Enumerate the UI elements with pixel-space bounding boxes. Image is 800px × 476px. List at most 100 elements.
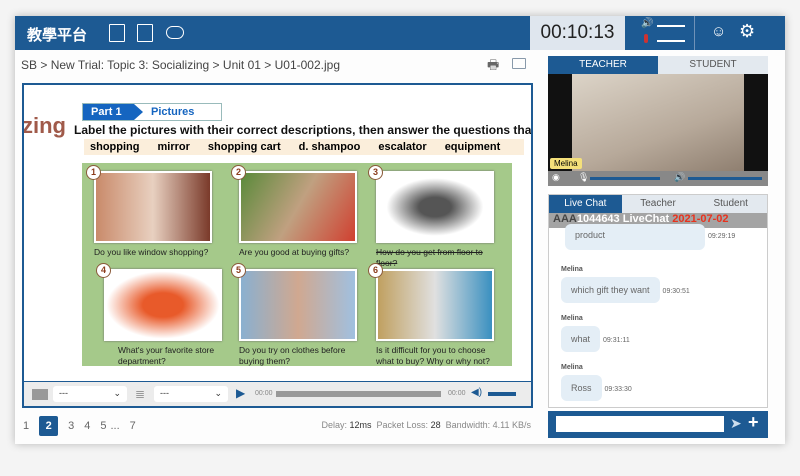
tab-student-chat[interactable]: Student: [694, 195, 767, 213]
word: escalator: [378, 141, 427, 153]
word: shopping: [90, 141, 140, 153]
part-section: Pictures: [151, 106, 195, 118]
audio-levels: 🔊: [625, 16, 695, 50]
question: Do you try on clothes before buying them…: [239, 345, 346, 366]
picture-item: 5 Do you try on clothes before buying the…: [231, 263, 357, 367]
part-number: Part 1: [83, 104, 143, 120]
breadcrumb-item: U01-002.jpg: [274, 58, 341, 72]
media-player: --- ⌄ ≣ --- ⌄ ▶ 00:00 00:00 ◀): [22, 381, 533, 408]
item-number: 4: [96, 263, 111, 278]
document-viewer: zing Part 1 Pictures Label the pictures w…: [22, 83, 533, 408]
breadcrumb-item[interactable]: Unit 01: [223, 58, 261, 72]
video-feed: Melina: [548, 74, 768, 171]
part-label: Part 1 Pictures: [82, 103, 222, 121]
chat-panel: Live Chat Teacher Student AAA1044643 Liv…: [548, 194, 768, 408]
tab-student[interactable]: STUDENT: [658, 56, 768, 74]
item-number: 6: [368, 263, 383, 278]
mic-level[interactable]: [657, 40, 685, 42]
volume-icon[interactable]: 🔊: [641, 18, 653, 29]
audio-select[interactable]: --- ⌄: [154, 386, 228, 402]
picture-grid: 1 Do you like window shopping? 2 Are you g…: [82, 163, 512, 366]
dictionary-icon[interactable]: [137, 24, 153, 42]
app-title: 教學平台: [27, 27, 88, 44]
delay-value: 12ms: [349, 420, 372, 430]
picture: [104, 269, 222, 341]
item-number: 5: [231, 263, 246, 278]
play-icon[interactable]: ▶: [236, 386, 245, 400]
print-icon[interactable]: 🖶: [487, 56, 499, 78]
picture-item: 2 Are you good at buying gifts?: [231, 165, 357, 258]
add-icon[interactable]: +: [748, 412, 759, 433]
duration: 00:00: [448, 390, 466, 397]
support-agent-icon[interactable]: ☺: [711, 23, 726, 40]
volume-slider[interactable]: [488, 392, 516, 396]
video-tabs: TEACHER STUDENT: [548, 56, 768, 74]
breadcrumb-item[interactable]: New Trial: Topic 3: Socializing: [51, 58, 210, 72]
chat-message: product 09:29:19: [565, 220, 735, 250]
video-controls: ◉ 🎙 🔊: [548, 171, 768, 186]
volume-icon[interactable]: ◀): [471, 387, 482, 398]
tab-teacher-chat[interactable]: Teacher: [621, 195, 695, 213]
word: d. shampoo: [298, 141, 361, 153]
breadcrumb-item[interactable]: SB: [21, 58, 37, 72]
picture-item: 3 How do you get from floor to floor?: [368, 165, 494, 269]
speaker-level[interactable]: [657, 25, 685, 27]
question: What's your favorite store department?: [118, 345, 215, 366]
question: Do you like window shopping?: [94, 247, 209, 257]
seek-bar[interactable]: [276, 391, 441, 397]
tab-teacher[interactable]: TEACHER: [548, 56, 658, 74]
microphone-icon[interactable]: [644, 34, 648, 43]
page-link[interactable]: 5: [100, 420, 106, 432]
microphone-icon[interactable]: 🎙: [578, 172, 589, 183]
webcam-icon[interactable]: ◉: [552, 172, 560, 183]
item-number: 1: [86, 165, 101, 180]
side-panel: TEACHER STUDENT Melina ◉ 🎙 🔊 Live Chat T…: [548, 56, 768, 438]
current-time: 00:00: [255, 390, 273, 397]
question: Is it difficult for you to choose what t…: [376, 345, 490, 366]
picture: [376, 171, 494, 243]
page-link[interactable]: 4: [84, 420, 90, 432]
folder-search-icon[interactable]: [512, 58, 526, 69]
question: How do you get from floor to floor?: [376, 247, 483, 268]
page-link[interactable]: 7: [130, 420, 136, 432]
picture-item: 6 Is it difficult for you to choose what …: [368, 263, 494, 367]
bandwidth-value: 4.11 KB/s: [492, 420, 531, 430]
side-title: zing: [22, 113, 66, 138]
tab-live-chat[interactable]: Live Chat: [549, 195, 622, 213]
video-select[interactable]: --- ⌄: [53, 386, 127, 402]
chat-tabs: Live Chat Teacher Student: [549, 195, 767, 213]
page-link[interactable]: 3: [68, 420, 74, 432]
cloud-upload-icon[interactable]: [166, 26, 184, 39]
page-link-current[interactable]: 2: [39, 416, 59, 436]
chat-input-bar: ➤ +: [548, 411, 768, 438]
word: equipment: [444, 141, 501, 153]
session-timer: 00:10:13: [530, 16, 625, 50]
gear-icon[interactable]: ⚙: [739, 21, 755, 42]
question: Are you good at buying gifts?: [239, 247, 350, 257]
picture: [376, 269, 494, 341]
item-number: 2: [231, 165, 246, 180]
picture: [239, 171, 357, 243]
instruction: Label the pictures with their correct de…: [74, 123, 533, 137]
header: 教學平台 00:10:13 🔊 ☺ ⚙: [15, 16, 785, 50]
chat-message: Melina which gift they want 09:30:51: [561, 266, 690, 303]
volume-icon[interactable]: 🔊: [674, 172, 685, 183]
picture: [239, 269, 357, 341]
mic-slider[interactable]: [590, 177, 660, 180]
word: mirror: [157, 141, 190, 153]
volume-slider[interactable]: [688, 177, 762, 180]
breadcrumb: SB > New Trial: Topic 3: Socializing > U…: [21, 58, 341, 72]
chat-input[interactable]: [556, 416, 724, 432]
page-link[interactable]: 1: [23, 420, 29, 432]
pagination: 1 2 3 4 5 ... 7: [23, 416, 136, 436]
teacher-video: [572, 74, 744, 171]
video-list-icon: [32, 389, 48, 400]
document-list-icon[interactable]: [109, 24, 125, 42]
connection-stats: Delay: 12ms Packet Loss: 28 Bandwidth: 4…: [321, 420, 531, 430]
packet-loss-value: 28: [430, 420, 441, 430]
app-window: 教學平台 00:10:13 🔊 ☺ ⚙ SB > New Trial: Topi…: [15, 16, 785, 444]
picture-item: 1 Do you like window shopping?: [86, 165, 212, 258]
picture: [94, 171, 212, 243]
word-bank: shopping mirror shopping cart d. shampoo…: [84, 139, 524, 155]
send-icon[interactable]: ➤: [730, 415, 742, 432]
